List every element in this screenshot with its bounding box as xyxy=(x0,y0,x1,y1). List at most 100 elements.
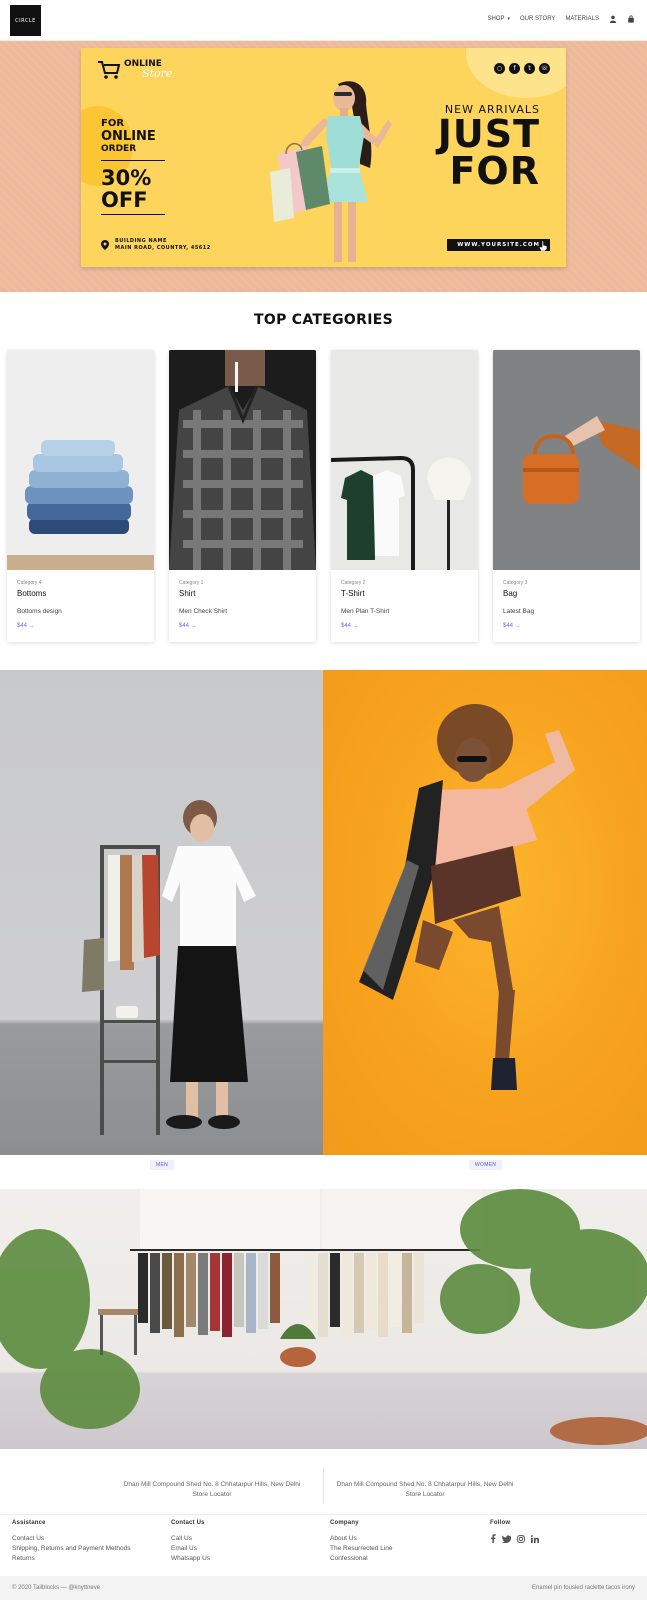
footer-link[interactable]: Contact Us xyxy=(12,1534,131,1544)
card-description: Men Plan T-Shirt xyxy=(341,608,390,615)
arrow-right-icon: → xyxy=(28,623,35,629)
banner-address: BUILDING NAME MAIN ROAD, COUNTRY, 45612 xyxy=(101,238,211,252)
category-card[interactable]: Category 1 Shirt Men Check Shirt $44 → xyxy=(169,350,316,642)
online-store-logo: ONLINE Store xyxy=(97,60,172,80)
card-description: Men Check Shirt xyxy=(179,608,228,615)
footer-assistance: Assistance Contact Us Shipping, Returns … xyxy=(12,1520,131,1564)
promo-line: ONLINE xyxy=(101,129,156,144)
card-description: Latest Bag xyxy=(503,608,535,615)
card-description: Bottoms design xyxy=(17,608,62,615)
card-image xyxy=(331,350,478,570)
section-title: TOP CATEGORIES xyxy=(254,312,393,328)
hand-cursor-icon xyxy=(539,241,548,251)
card-title: Bag xyxy=(503,589,518,598)
store-interior-image xyxy=(0,1189,647,1449)
card-title: Bottoms xyxy=(17,589,47,598)
store-address: Dhan Mill Compound Shed No. 8 Chhatarpur… xyxy=(325,1480,525,1500)
arrow-right-icon: → xyxy=(514,623,521,629)
arrow-right-icon: → xyxy=(352,623,359,629)
card-image xyxy=(7,350,154,570)
card-category: Category 1 xyxy=(179,580,204,586)
footer-link[interactable]: About Us xyxy=(330,1534,393,1544)
user-icon[interactable] xyxy=(609,15,617,23)
nav-shop[interactable]: SHOP ▾ xyxy=(487,16,510,22)
whatsapp-icon[interactable]: ☏ xyxy=(539,63,550,74)
location-pin-icon xyxy=(101,240,109,250)
card-price-link[interactable]: $44 → xyxy=(179,623,197,629)
address-text: Dhan Mill Compound Shed No. 8 Chhatarpur… xyxy=(123,1481,301,1488)
footer-link[interactable]: Call Us xyxy=(171,1534,210,1544)
card-price: $44 xyxy=(503,623,514,629)
twitter-icon[interactable] xyxy=(502,1534,511,1543)
footer-link[interactable]: The Resurrected Line xyxy=(330,1544,393,1554)
men-label[interactable]: MEN xyxy=(150,1160,175,1170)
nav-materials[interactable]: MATERIALS xyxy=(565,16,599,22)
card-category: Category 3 xyxy=(503,580,528,586)
promo-banner[interactable]: ONLINE Store FOR ONLINE ORDER 30% OFF BU… xyxy=(81,48,566,267)
nav-our-story[interactable]: OUR STORY xyxy=(520,16,555,22)
twitter-icon[interactable]: t xyxy=(524,63,535,74)
address-line: MAIN ROAD, COUNTRY, 45612 xyxy=(115,245,211,251)
store-address: Dhan Mill Compound Shed No. 8 Chhatarpur… xyxy=(112,1480,312,1500)
model-photo xyxy=(270,81,392,262)
card-image xyxy=(169,350,316,570)
footer-link[interactable]: Email Us xyxy=(171,1544,210,1554)
footer-company: Company About Us The Resurrected Line Co… xyxy=(330,1520,393,1564)
divider xyxy=(323,1468,324,1504)
store-locator-link[interactable]: Store Locator xyxy=(325,1490,525,1500)
footer-tagline: Enamel pin tousled raclette tacos irony xyxy=(531,1585,635,1591)
instagram-icon[interactable] xyxy=(517,1534,525,1543)
footer-link[interactable]: Returns xyxy=(12,1554,131,1564)
women-image[interactable] xyxy=(323,670,647,1155)
footer-link[interactable]: Shipping, Returns and Payment Methods xyxy=(12,1544,131,1554)
card-title: Shirt xyxy=(179,589,196,598)
headline-just: JUST xyxy=(437,112,540,156)
card-price: $44 xyxy=(179,623,190,629)
address-line: BUILDING NAME xyxy=(115,238,167,244)
card-image xyxy=(493,350,640,570)
banner-social-icons: ○ f t ☏ xyxy=(494,63,550,74)
category-card[interactable]: Category 2 T-Shirt Men Plan T-Shirt $44 … xyxy=(331,350,478,642)
headline-block: NEW ARRIVALS JUST FOR xyxy=(438,103,540,190)
discount-percent: 30% xyxy=(101,166,152,190)
card-price: $44 xyxy=(17,623,28,629)
women-label[interactable]: WOMEN xyxy=(469,1160,503,1170)
shopping-cart-icon xyxy=(98,61,121,79)
brand-logo[interactable]: CIRCLE xyxy=(10,5,41,36)
copyright-bar: © 2020 Tailblocks — @knyttneve Enamel pi… xyxy=(0,1576,647,1600)
footer-link[interactable]: Whatsapp Us xyxy=(171,1554,210,1564)
card-price: $44 xyxy=(341,623,352,629)
footer-heading: Contact Us xyxy=(171,1520,205,1526)
category-card[interactable]: Category 3 Bag Latest Bag $44 → xyxy=(493,350,640,642)
card-category: Category 4 xyxy=(17,580,42,586)
chevron-down-icon: ▾ xyxy=(507,16,510,22)
nav-shop-label: SHOP xyxy=(487,16,505,22)
footer-link[interactable]: Confessional xyxy=(330,1554,393,1564)
address-text: Dhan Mill Compound Shed No. 8 Chhatarpur… xyxy=(336,1481,514,1488)
card-price-link[interactable]: $44 → xyxy=(341,623,359,629)
promo-text: FOR ONLINE ORDER 30% OFF xyxy=(101,118,165,215)
arrow-right-icon: → xyxy=(190,623,197,629)
linkedin-icon[interactable] xyxy=(531,1534,539,1543)
category-cards: Category 4 Bottoms Bottoms design $44 → xyxy=(7,350,640,642)
discount-off: OFF xyxy=(101,189,165,215)
store-locator-link[interactable]: Store Locator xyxy=(112,1490,312,1500)
men-image[interactable] xyxy=(0,670,323,1155)
category-card[interactable]: Category 4 Bottoms Bottoms design $44 → xyxy=(7,350,154,642)
card-price-link[interactable]: $44 → xyxy=(503,623,521,629)
hero-section: ONLINE Store FOR ONLINE ORDER 30% OFF BU… xyxy=(0,41,647,292)
gender-banners xyxy=(0,670,647,1155)
instagram-icon[interactable]: ○ xyxy=(494,63,505,74)
footer-heading: Company xyxy=(330,1520,359,1526)
headline-for: FOR xyxy=(449,149,540,193)
promo-line: ORDER xyxy=(101,144,165,161)
facebook-icon[interactable] xyxy=(490,1534,496,1543)
card-price-link[interactable]: $44 → xyxy=(17,623,35,629)
cart-icon[interactable] xyxy=(627,15,635,23)
social-links xyxy=(490,1534,539,1543)
top-navbar: CIRCLE SHOP ▾ OUR STORY MATERIALS xyxy=(0,0,647,41)
website-link[interactable]: WWW.YOURSITE.COM xyxy=(447,239,550,251)
store-logo-script: Store xyxy=(142,67,173,80)
nav-links: SHOP ▾ OUR STORY MATERIALS xyxy=(487,15,635,23)
facebook-icon[interactable]: f xyxy=(509,63,520,74)
